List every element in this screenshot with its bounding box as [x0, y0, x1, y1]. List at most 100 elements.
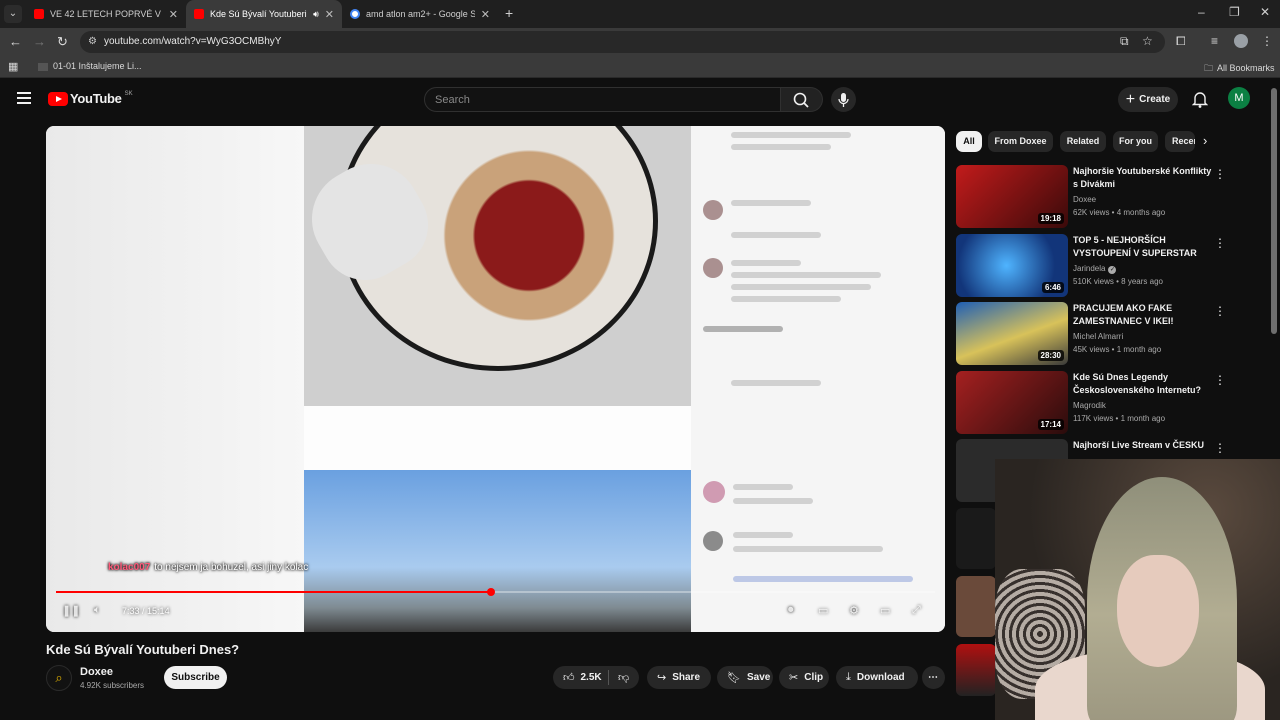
- video-thumbnail[interactable]: 28:30: [956, 302, 1068, 365]
- browser-tab-2[interactable]: Kde Sú Bývalí Youtuberi Dnes? 🔊︎ ✕: [186, 0, 342, 28]
- recommendation-title[interactable]: PRACUJEM AKO FAKE ZAMESTNANEC V IKEI!: [1073, 302, 1213, 328]
- channel-avatar[interactable]: ⌕: [46, 665, 72, 691]
- duration: 15:14: [147, 606, 170, 616]
- region-code: SK: [124, 90, 133, 97]
- more-vertical-icon[interactable]: ⋮: [1214, 167, 1226, 181]
- voice-search-button[interactable]: [831, 87, 856, 112]
- page-scrollbar[interactable]: [1271, 88, 1277, 334]
- clip-button[interactable]: ✂ Clip: [779, 666, 829, 689]
- reload-icon[interactable]: ↻: [57, 34, 68, 50]
- video-thumbnail[interactable]: [956, 508, 996, 569]
- tab-search-button[interactable]: ⌄: [4, 5, 22, 23]
- browser-tab-3[interactable]: amd atlon am2+ - Google Search ✕: [342, 0, 498, 28]
- recommendation-title[interactable]: TOP 5 - NEJHORŠÍCH VYSTOUPENÍ V SUPERSTA…: [1073, 234, 1213, 260]
- account-avatar[interactable]: M: [1228, 87, 1250, 109]
- blurred-avatar: [703, 258, 723, 278]
- blurred-text: [733, 484, 793, 490]
- speaker-icon[interactable]: 🔊︎: [313, 9, 319, 20]
- autoplay-toggle-icon[interactable]: ⏺: [788, 604, 794, 617]
- recommendation-item[interactable]: 17:14 Kde Sú Dnes Legendy Československé…: [956, 371, 1256, 435]
- more-vertical-icon[interactable]: ⋮: [1214, 236, 1226, 250]
- recommendation-channel[interactable]: Magrodik: [1073, 401, 1106, 410]
- bookmark-label: 01-01 Inštalujeme Li...: [53, 61, 142, 71]
- recommendation-channel[interactable]: Michel Almarri: [1073, 332, 1123, 341]
- extensions-icon[interactable]: ⧠: [1176, 34, 1186, 49]
- video-thumbnail[interactable]: 19:18: [956, 165, 1068, 228]
- chip-recently-uploaded[interactable]: Recently uploaded: [1165, 131, 1195, 152]
- recommendation-item[interactable]: 19:18 Najhoršie Youtuberské Konflikty s …: [956, 165, 1256, 229]
- theater-mode-icon[interactable]: ▭: [880, 604, 890, 617]
- close-tab-icon[interactable]: ✕: [169, 8, 178, 21]
- save-button[interactable]: 🔖︎ Save: [717, 666, 773, 689]
- recommendation-item[interactable]: 6:46 TOP 5 - NEJHORŠÍCH VYSTOUPENÍ V SUP…: [956, 234, 1256, 298]
- bookmark-star-icon[interactable]: ☆: [1142, 34, 1153, 48]
- chevron-right-icon[interactable]: ›: [1203, 133, 1207, 148]
- chip-related[interactable]: Related: [1060, 131, 1106, 152]
- close-tab-icon[interactable]: ✕: [325, 8, 334, 21]
- search-button[interactable]: [781, 87, 823, 112]
- settings-gear-icon[interactable]: ⚙: [849, 604, 859, 617]
- bookmark-favicon-icon: [38, 62, 48, 71]
- pause-icon[interactable]: ❚❚: [62, 604, 80, 617]
- browser-tab-1[interactable]: VE 42 LETECH POPRVÉ V KUCHYNI ✕: [26, 0, 186, 28]
- site-info-icon[interactable]: ⚙: [88, 36, 97, 47]
- recommendation-channel[interactable]: Doxee: [1073, 195, 1096, 204]
- search-input[interactable]: [425, 88, 780, 111]
- profile-avatar[interactable]: [1234, 34, 1248, 48]
- tab-title: VE 42 LETECH POPRVÉ V KUCHYNI: [50, 9, 163, 19]
- restore-icon[interactable]: ❐: [1229, 5, 1240, 19]
- volume-icon[interactable]: 🔈︎: [94, 604, 101, 617]
- menu-hamburger-icon[interactable]: [17, 92, 31, 107]
- address-bar[interactable]: ⚙ youtube.com/watch?v=WyG3OCMBhyY: [80, 31, 1165, 53]
- search-icon: [793, 92, 809, 108]
- back-icon[interactable]: ←: [9, 34, 22, 49]
- recommendation-title[interactable]: Kde Sú Dnes Legendy Československého Int…: [1073, 371, 1213, 397]
- like-button[interactable]: 👍︎ 2.5K: [553, 666, 609, 689]
- subscribe-button[interactable]: Subscribe: [164, 666, 227, 689]
- more-vertical-icon[interactable]: ⋮: [1214, 373, 1226, 387]
- more-vertical-icon[interactable]: ⋮: [1214, 304, 1226, 318]
- chip-from-channel[interactable]: From Doxee: [988, 131, 1053, 152]
- close-tab-icon[interactable]: ✕: [481, 8, 490, 21]
- search-box: [424, 87, 781, 112]
- recommendation-title[interactable]: Najhorší Live Stream v ČESKU: [1073, 439, 1213, 452]
- duration-badge: 28:30: [1037, 350, 1064, 361]
- fullscreen-icon[interactable]: ⤢: [912, 604, 921, 617]
- more-vertical-icon[interactable]: ⋮: [1214, 441, 1226, 455]
- notifications-bell-icon[interactable]: [1192, 90, 1208, 108]
- blurred-avatar: [703, 200, 723, 220]
- create-label: Create: [1139, 94, 1171, 105]
- media-controls-icon[interactable]: ≡: [1211, 34, 1218, 48]
- recommendation-item[interactable]: 28:30 PRACUJEM AKO FAKE ZAMESTNANEC V IK…: [956, 302, 1256, 366]
- video-thumbnail[interactable]: [956, 576, 996, 637]
- video-thumbnail[interactable]: [956, 644, 996, 696]
- browser-menu-icon[interactable]: ⋮: [1261, 34, 1273, 48]
- close-window-icon[interactable]: ✕: [1260, 5, 1270, 19]
- video-player[interactable]: kolac007 to nejsem ja bohuzel, asi jiny k…: [46, 126, 945, 632]
- subtitles-icon[interactable]: ▭: [818, 604, 828, 617]
- video-thumbnail[interactable]: 17:14: [956, 371, 1068, 434]
- video-thumbnail[interactable]: 6:46: [956, 234, 1068, 297]
- download-label: Download: [856, 672, 905, 683]
- recommendation-channel[interactable]: Jarindela ✓: [1073, 264, 1117, 274]
- progress-bar[interactable]: [56, 588, 935, 596]
- dislike-button[interactable]: 👎︎: [609, 666, 639, 689]
- channel-name[interactable]: Doxee: [80, 666, 113, 678]
- youtube-logo[interactable]: YouTube SK: [48, 91, 133, 106]
- more-actions-button[interactable]: ⋯: [922, 666, 945, 689]
- bookmark-item[interactable]: 01-01 Inštalujeme Li...: [38, 61, 142, 71]
- forward-icon[interactable]: →: [33, 34, 46, 49]
- all-bookmarks-label: All Bookmarks: [1217, 63, 1275, 73]
- blurred-text: [733, 532, 793, 538]
- apps-grid-icon[interactable]: ▦: [8, 60, 18, 73]
- download-button[interactable]: ⤓ Download: [836, 666, 918, 689]
- new-tab-button[interactable]: +: [505, 5, 513, 21]
- chip-all[interactable]: All: [956, 131, 982, 152]
- create-button[interactable]: + Create: [1118, 87, 1178, 112]
- minimize-icon[interactable]: –: [1198, 5, 1205, 19]
- share-button[interactable]: ↪ Share: [647, 666, 711, 689]
- chip-for-you[interactable]: For you: [1113, 131, 1158, 152]
- all-bookmarks[interactable]: 🗀︎ All Bookmarks: [1204, 61, 1275, 77]
- recommendation-title[interactable]: Najhoršie Youtuberské Konflikty s Divákm…: [1073, 165, 1213, 191]
- install-app-icon[interactable]: ⧉: [1120, 34, 1129, 49]
